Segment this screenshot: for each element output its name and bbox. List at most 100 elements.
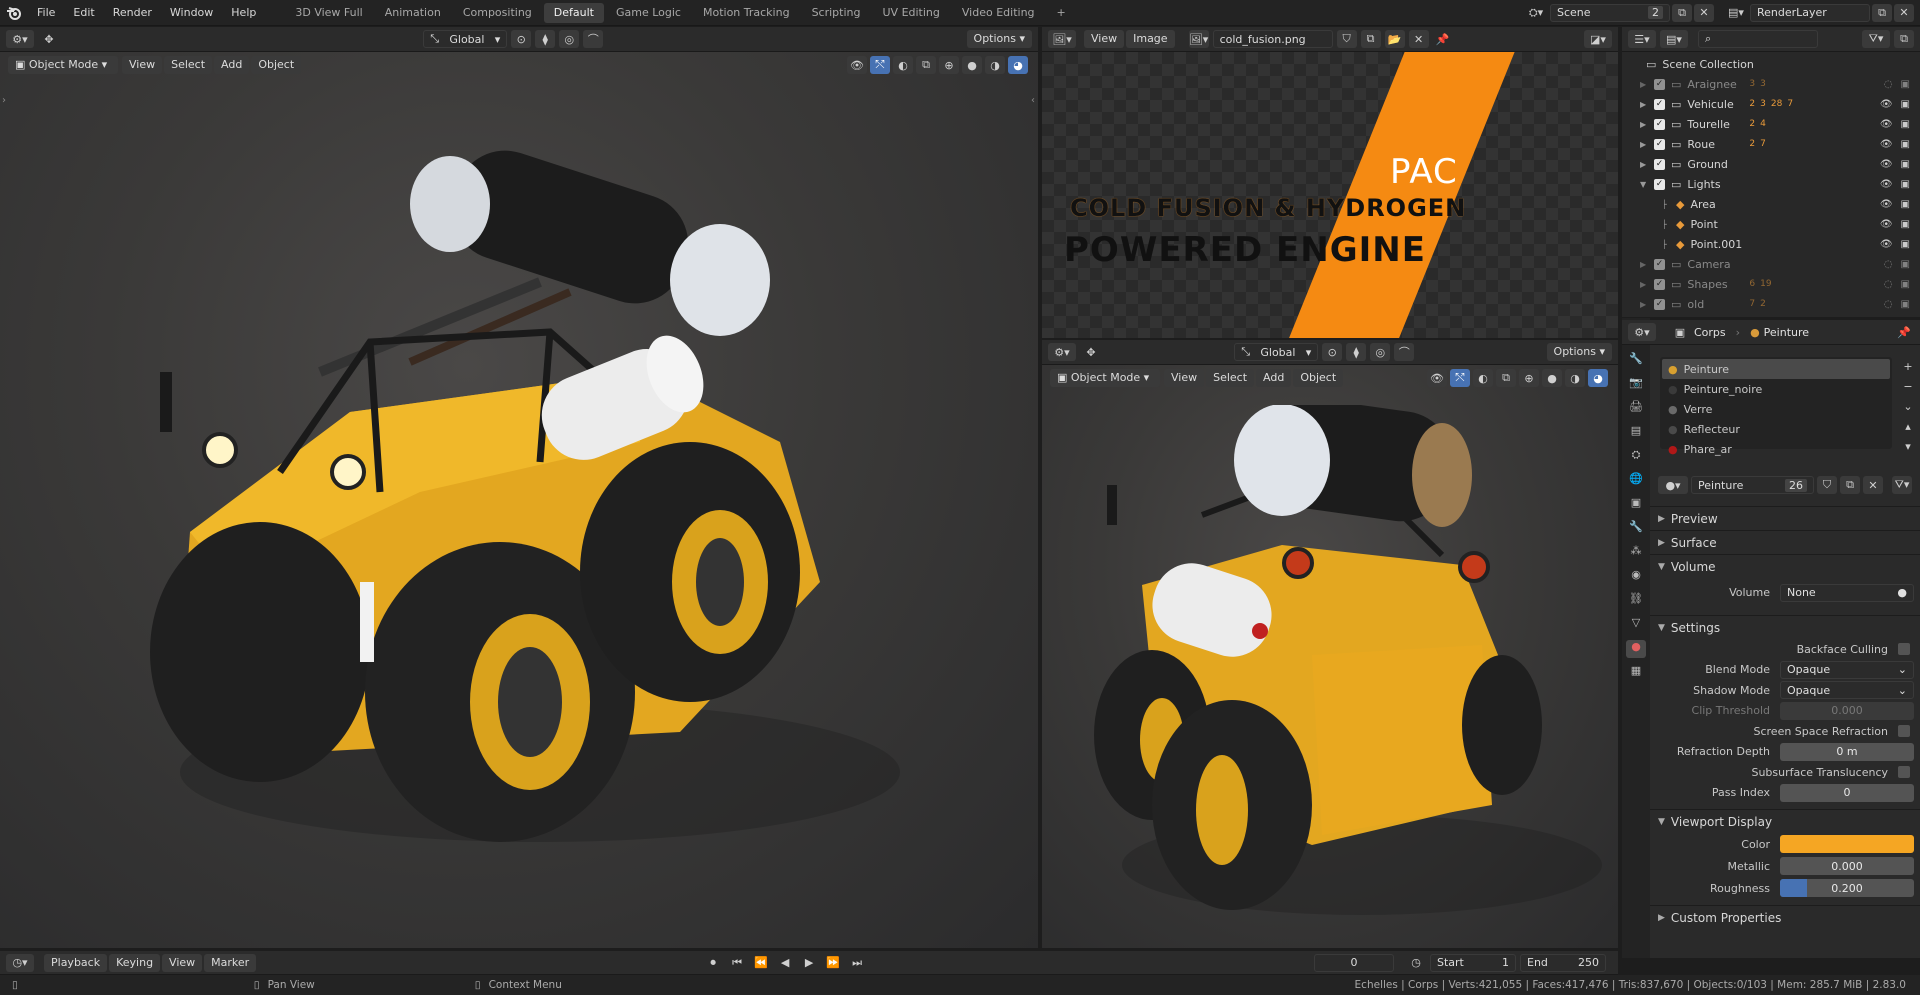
setting-dropdown[interactable]: Opaque ⌄	[1780, 660, 1914, 679]
object-data-icon[interactable]: ▽	[1626, 616, 1646, 634]
render-camera-icon[interactable]: ▣	[1901, 99, 1910, 110]
rendered-shading-icon[interactable]: ◕	[1008, 56, 1028, 74]
pivot-icon[interactable]: ⊙	[511, 30, 532, 48]
new-layer-icon[interactable]: ⧉	[1872, 3, 1892, 22]
filter-icon[interactable]: ⛛▾	[1862, 30, 1890, 48]
snap-icon-2[interactable]: ⧫	[1346, 343, 1367, 361]
outliner-row-point[interactable]: ├ ◆ Point 👁 ▣	[1622, 214, 1920, 234]
render-camera-icon[interactable]: ▣	[1901, 299, 1910, 310]
render-camera-icon[interactable]: ▣	[1901, 279, 1910, 290]
workspace-tab-scripting[interactable]: Scripting	[802, 3, 871, 23]
visibility-eye-icon[interactable]: 👁	[1880, 179, 1893, 190]
volume-selector[interactable]: None ●	[1780, 583, 1914, 602]
jump-end-icon[interactable]: ⏭	[847, 954, 867, 972]
scene-icon[interactable]: ⛭	[1626, 448, 1646, 466]
left-region-collapse-icon[interactable]: ‹	[1031, 95, 1035, 106]
render-camera-icon[interactable]: ▣	[1901, 239, 1910, 250]
properties-type-icon[interactable]: ⚙▾	[1628, 323, 1656, 341]
world-icon[interactable]: 🌐	[1626, 472, 1646, 490]
play-reverse-icon[interactable]: ◀	[775, 954, 795, 972]
modifier-icon[interactable]: 🔧	[1626, 520, 1646, 538]
outliner-row-camera[interactable]: ▶ ✓ ▭ Camera ◌ ▣	[1622, 254, 1920, 274]
falloff-icon-2[interactable]: ⌒	[1394, 343, 1415, 361]
visibility-eye-icon[interactable]: 👁	[1880, 159, 1893, 170]
expand-arrow-icon[interactable]: ▶	[1640, 260, 1654, 269]
display-channels-icon[interactable]: ◪▾	[1584, 30, 1612, 48]
move-up-icon[interactable]: ▴	[1898, 417, 1918, 435]
menu-render[interactable]: Render	[104, 0, 161, 26]
roughness-slider[interactable]: 0.200	[1780, 879, 1914, 897]
scene-collection-row[interactable]: ▭ Scene Collection	[1622, 54, 1920, 74]
solid-shading-icon-2[interactable]: ●	[1542, 369, 1562, 387]
viewport_left-menu-view[interactable]: View	[122, 56, 163, 74]
viewport_right-menu-view[interactable]: View	[1164, 369, 1205, 387]
next-keyframe-icon[interactable]: ⏩	[823, 954, 843, 972]
color-swatch[interactable]	[1780, 835, 1914, 853]
visibility-icon-2[interactable]: 👁	[1427, 369, 1447, 387]
visibility-eye-icon[interactable]: ◌	[1884, 259, 1893, 270]
image-editor-canvas[interactable]: PAC COLD FUSION & HYDROGEN POWERED ENGIN…	[1042, 52, 1618, 338]
image-editor-type-icon[interactable]: 🖼▾	[1048, 30, 1076, 48]
image_editor-menu-image[interactable]: Image	[1126, 30, 1175, 48]
material-slot[interactable]: ● Verre	[1662, 399, 1890, 419]
scene-icon[interactable]: ⛭▾	[1522, 6, 1550, 20]
scene-selector[interactable]: Scene 2	[1550, 3, 1670, 22]
viewport_right-menu-object[interactable]: Object	[1293, 369, 1344, 387]
xray-icon-2[interactable]: ⧉	[1496, 369, 1516, 387]
xray-icon[interactable]: ⧉	[916, 56, 936, 74]
new-scene-icon[interactable]: ⧉	[1672, 3, 1692, 22]
pin-icon[interactable]: 📌	[1433, 30, 1453, 48]
remove-slot-icon[interactable]: −	[1898, 377, 1918, 395]
material-shading-icon[interactable]: ◑	[985, 56, 1005, 74]
expand-arrow-icon[interactable]: ▼	[1640, 180, 1654, 189]
pivot-icon-2[interactable]: ⊙	[1322, 343, 1343, 361]
prev-keyframe-icon[interactable]: ⏪	[751, 954, 771, 972]
workspace-tab-motion-tracking[interactable]: Motion Tracking	[693, 3, 800, 23]
outliner-row-araignee[interactable]: ▶ ✓ ▭ Araignee 3 3 ◌ ▣	[1622, 74, 1920, 94]
outliner-type-icon[interactable]: ☰▾	[1628, 30, 1656, 48]
expand-arrow-icon[interactable]: ▶	[1640, 300, 1654, 309]
blender-logo-icon[interactable]	[0, 0, 28, 26]
render-camera-icon[interactable]: ▣	[1901, 219, 1910, 230]
setting-dropdown[interactable]: Opaque ⌄	[1780, 681, 1914, 700]
outliner-row-lights[interactable]: ▼ ✓ ▭ Lights 👁 ▣	[1622, 174, 1920, 194]
left-region-expand-icon[interactable]: ›	[2, 95, 6, 106]
outliner-search[interactable]: ⌕	[1698, 30, 1818, 48]
visibility-eye-icon[interactable]: 👁	[1880, 219, 1893, 230]
material-tab-icon[interactable]: ●	[1626, 640, 1646, 658]
fake-user-material-icon[interactable]: ⛉	[1817, 476, 1837, 494]
material-slot[interactable]: ● Phare_ar	[1662, 439, 1890, 459]
viewport-display-section[interactable]: ▼ Viewport Display	[1650, 809, 1920, 833]
object-mode-selector[interactable]: ▣ Object Mode ▾	[8, 56, 118, 74]
gizmo-icon-2[interactable]: ⤲	[1450, 369, 1470, 387]
node-link-icon[interactable]: ⛛▾	[1892, 476, 1912, 494]
viewport_left-menu-add[interactable]: Add	[214, 56, 250, 74]
render-icon[interactable]: 📷	[1626, 376, 1646, 394]
preview-section[interactable]: ▶ Preview	[1650, 506, 1920, 530]
exclude-checkbox[interactable]: ✓	[1654, 98, 1665, 110]
exclude-checkbox[interactable]: ✓	[1654, 138, 1665, 150]
start-frame-field[interactable]: Start 1	[1430, 953, 1516, 972]
setting-number-field[interactable]: 0	[1780, 783, 1914, 802]
volume-section[interactable]: ▼ Volume	[1650, 554, 1920, 578]
viewport_left-menu-object[interactable]: Object	[251, 56, 302, 74]
render-camera-icon[interactable]: ▣	[1901, 259, 1910, 270]
render-layer-icon[interactable]: ▤▾	[1722, 6, 1750, 19]
outliner-row-point-001[interactable]: ├ ◆ Point.001 👁 ▣	[1622, 234, 1920, 254]
workspace-tab-video-editing[interactable]: Video Editing	[952, 3, 1045, 23]
unlink-image-icon[interactable]: ✕	[1408, 30, 1429, 48]
settings-section[interactable]: ▼ Settings	[1650, 615, 1920, 639]
wireframe-shading-icon-2[interactable]: ⊕	[1519, 369, 1539, 387]
exclude-checkbox[interactable]: ✓	[1654, 278, 1665, 290]
menu-edit[interactable]: Edit	[64, 0, 103, 26]
right-3d-viewport[interactable]: ▣ Object Mode ▾ View Select Add Object 👁 ⤲ …	[1042, 365, 1618, 948]
exclude-checkbox[interactable]: ✓	[1654, 258, 1665, 270]
render-camera-icon[interactable]: ▣	[1901, 159, 1910, 170]
delete-layer-icon[interactable]: ✕	[1894, 3, 1914, 22]
outliner-row-roue[interactable]: ▶ ✓ ▭ Roue 2 7 👁 ▣	[1622, 134, 1920, 154]
outliner-row-vehicule[interactable]: ▶ ✓ ▭ Vehicule 2 3 28 7 👁 ▣	[1622, 94, 1920, 114]
visibility-eye-icon[interactable]: 👁	[1880, 199, 1893, 210]
render-camera-icon[interactable]: ▣	[1901, 199, 1910, 210]
visibility-eye-icon[interactable]: ◌	[1884, 299, 1893, 310]
transform-orientation-2[interactable]: ⤡ Global ▾	[1234, 343, 1319, 361]
